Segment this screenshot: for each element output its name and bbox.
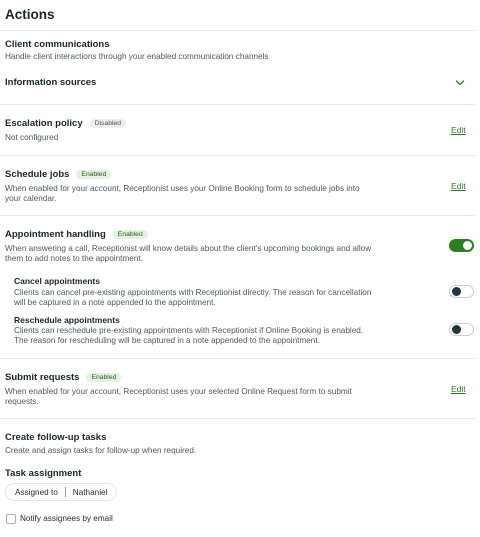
submit-requests-header: Submit requests Enabled xyxy=(5,372,122,383)
schedule-jobs-edit-link[interactable]: Edit xyxy=(451,181,466,191)
follow-up-tasks-title: Create follow-up tasks xyxy=(5,432,107,443)
cancel-appointments-toggle[interactable] xyxy=(449,285,474,298)
divider xyxy=(0,418,476,419)
divider xyxy=(0,358,476,359)
toggle-knob xyxy=(463,241,472,250)
schedule-jobs-description: When enabled for your account, Reception… xyxy=(5,184,360,203)
submit-requests-title: Submit requests xyxy=(5,372,80,383)
reschedule-appointments-title: Reschedule appointments xyxy=(14,315,120,325)
task-assignment-title: Task assignment xyxy=(5,468,82,479)
divider xyxy=(0,104,476,105)
reschedule-appointments-toggle[interactable] xyxy=(449,323,474,336)
toggle-knob xyxy=(452,325,461,334)
cancel-appointments-title: Cancel appointments xyxy=(14,276,100,286)
chevron-down-icon[interactable] xyxy=(455,79,465,87)
divider xyxy=(0,155,476,156)
follow-up-tasks-description: Create and assign tasks for follow-up wh… xyxy=(5,446,197,455)
actions-page: Actions Client communications Handle cli… xyxy=(0,0,480,537)
reschedule-appointments-description: Clients can reschedule pre-existing appo… xyxy=(14,326,364,345)
divider xyxy=(0,30,476,31)
assignee-selector[interactable]: Assigned to Nathaniel xyxy=(5,483,118,501)
notify-assignees-label: Notify assignees by email xyxy=(20,514,113,523)
client-communications-title: Client communications xyxy=(5,39,110,50)
schedule-jobs-header: Schedule jobs Enabled xyxy=(5,169,112,180)
page-title: Actions xyxy=(5,7,55,22)
divider xyxy=(0,215,476,216)
appointment-handling-header: Appointment handling Enabled xyxy=(5,229,148,240)
cancel-appointments-description: Clients can cancel pre-existing appointm… xyxy=(14,288,372,307)
appointment-handling-toggle[interactable] xyxy=(449,239,474,252)
escalation-edit-link[interactable]: Edit xyxy=(451,125,466,135)
appointment-handling-description: When answering a call, Receptionist will… xyxy=(5,244,372,263)
appointment-handling-title: Appointment handling xyxy=(5,229,106,240)
assignee-name: Nathaniel xyxy=(72,487,108,497)
pill-separator xyxy=(64,487,66,497)
status-badge: Enabled xyxy=(112,230,148,239)
submit-requests-description: When enabled for your account, Reception… xyxy=(5,387,352,406)
status-badge: Disabled xyxy=(89,119,127,128)
escalation-policy-header: Escalation policy Disabled xyxy=(5,118,127,129)
submit-requests-edit-link[interactable]: Edit xyxy=(451,384,466,394)
status-badge: Enabled xyxy=(76,170,112,179)
status-badge: Enabled xyxy=(86,373,122,382)
escalation-status: Not configured xyxy=(5,133,59,142)
toggle-knob xyxy=(452,287,461,296)
information-sources-header[interactable]: Information sources xyxy=(5,77,96,88)
escalation-policy-title: Escalation policy xyxy=(5,118,83,129)
assigned-to-label: Assigned to xyxy=(15,487,58,497)
client-communications-description: Handle client interactions through your … xyxy=(5,52,269,61)
schedule-jobs-title: Schedule jobs xyxy=(5,169,70,180)
notify-assignees-checkbox[interactable] xyxy=(6,514,16,524)
